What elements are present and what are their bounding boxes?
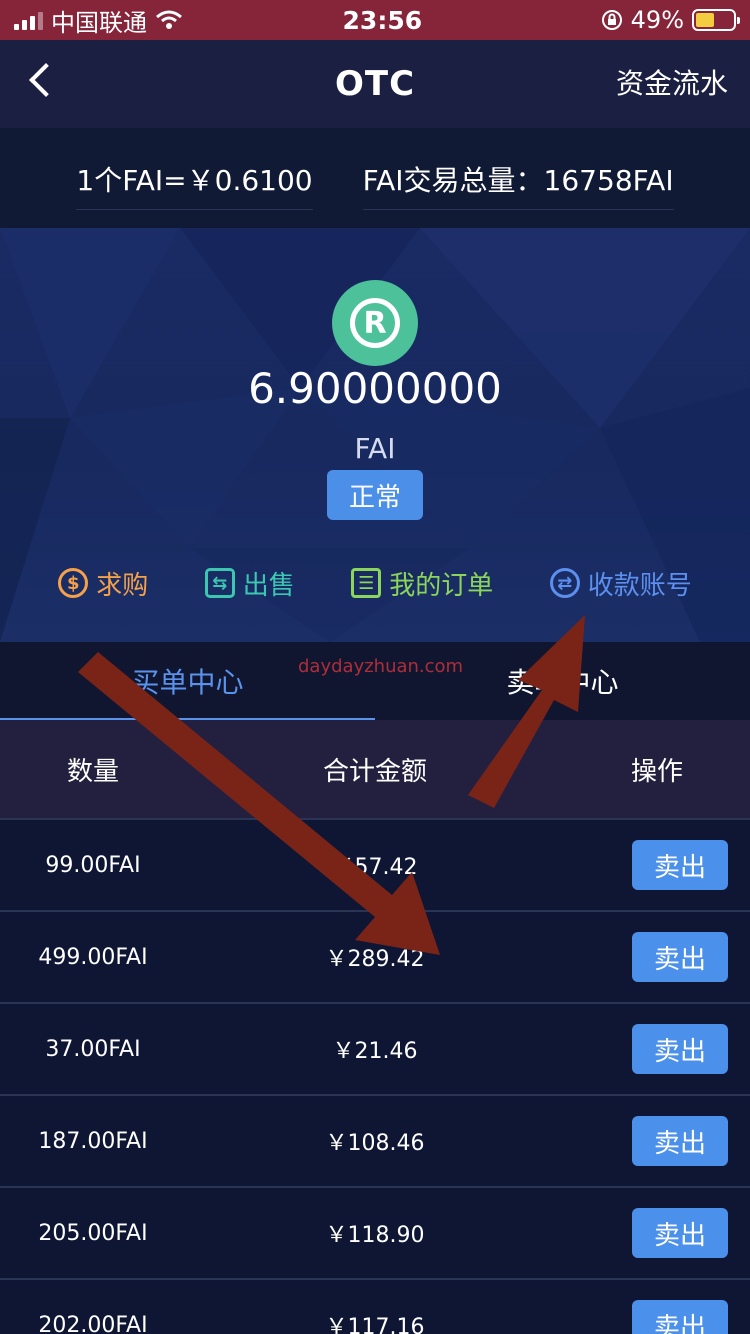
price-bar: 1个FAI=￥0.6100 FAI交易总量：16758FAI bbox=[0, 128, 750, 228]
action-label: 出售 bbox=[242, 570, 295, 601]
status-badge: 正常 bbox=[327, 470, 423, 520]
table-header: 数量 合计金额 操作 bbox=[0, 720, 750, 818]
row-qty: 205.00FAI bbox=[38, 1220, 148, 1246]
buy-request-button[interactable]: $ 求购 bbox=[58, 565, 148, 602]
action-bar: $ 求购 ⇆ 出售 ☰ 我的订单 ⇄ 收款账号 bbox=[0, 558, 750, 608]
row-qty: 37.00FAI bbox=[45, 1036, 141, 1062]
sell-out-button[interactable]: 卖出 bbox=[632, 1208, 728, 1258]
action-label: 我的订单 bbox=[389, 570, 494, 601]
tab-buy-orders[interactable]: 买单中心 bbox=[0, 642, 375, 720]
payment-account-button[interactable]: ⇄ 收款账号 bbox=[549, 565, 692, 602]
sell-out-button[interactable]: 卖出 bbox=[632, 1116, 728, 1166]
header-qty: 数量 bbox=[66, 756, 119, 787]
tab-sell-orders[interactable]: 卖单中心 bbox=[375, 642, 750, 720]
page-title: OTC bbox=[334, 64, 416, 104]
row-qty: 202.00FAI bbox=[38, 1312, 148, 1334]
row-total: ￥118.90 bbox=[325, 1223, 425, 1248]
list-icon: ☰ bbox=[351, 568, 382, 598]
balance-unit: FAI bbox=[354, 432, 396, 465]
row-qty: 187.00FAI bbox=[38, 1128, 148, 1154]
action-label: 求购 bbox=[96, 570, 149, 601]
status-bar: 中国联通 23:56 49% bbox=[0, 0, 750, 40]
watermark: daydayzhuan.com bbox=[298, 656, 464, 677]
header-total: 合计金额 bbox=[322, 756, 427, 787]
table-row: 37.00FAI ￥21.46 卖出 bbox=[0, 1002, 750, 1094]
row-total: ￥21.46 bbox=[332, 1039, 418, 1064]
row-total: ￥108.46 bbox=[325, 1131, 425, 1156]
coin-symbol: R bbox=[350, 298, 400, 348]
exchange-icon: ⇄ bbox=[549, 568, 580, 598]
balance-amount: 6.90000000 bbox=[248, 364, 502, 413]
my-orders-button[interactable]: ☰ 我的订单 bbox=[351, 565, 493, 602]
swap-icon: ⇆ bbox=[204, 568, 235, 598]
wifi-icon bbox=[156, 10, 182, 29]
sell-button[interactable]: ⇆ 出售 bbox=[204, 565, 295, 602]
nav-bar: OTC 资金流水 bbox=[0, 40, 750, 128]
coin-icon: R bbox=[332, 280, 418, 366]
sell-out-button[interactable]: 卖出 bbox=[632, 1024, 728, 1074]
back-icon[interactable] bbox=[29, 63, 63, 97]
battery-percent: 49% bbox=[630, 6, 684, 34]
action-label: 收款账号 bbox=[587, 570, 692, 601]
wallet-panel: R 6.90000000 FAI 正常 $ 求购 ⇆ 出售 ☰ 我的订单 ⇄ 收… bbox=[0, 228, 750, 642]
row-total: ￥57.42 bbox=[332, 855, 418, 880]
row-total: ￥117.16 bbox=[325, 1315, 425, 1334]
table-row: 205.00FAI ￥118.90 卖出 bbox=[0, 1186, 750, 1278]
exchange-rate: 1个FAI=￥0.6100 bbox=[76, 147, 313, 210]
order-tabs: 买单中心 卖单中心 bbox=[0, 642, 750, 720]
sell-out-button[interactable]: 卖出 bbox=[632, 932, 728, 982]
battery-icon bbox=[692, 9, 740, 31]
row-total: ￥289.42 bbox=[325, 947, 425, 972]
header-op: 操作 bbox=[630, 756, 683, 787]
row-qty: 499.00FAI bbox=[38, 944, 148, 970]
dollar-icon: $ bbox=[58, 568, 89, 598]
carrier-label: 中国联通 bbox=[51, 8, 147, 37]
table-row: 187.00FAI ￥108.46 卖出 bbox=[0, 1094, 750, 1186]
rotation-lock-icon bbox=[601, 10, 622, 30]
table-row: 99.00FAI ￥57.42 卖出 bbox=[0, 818, 750, 910]
sell-out-button[interactable]: 卖出 bbox=[632, 840, 728, 890]
fund-flow-link[interactable]: 资金流水 bbox=[616, 62, 728, 102]
status-time: 23:56 bbox=[342, 5, 423, 35]
signal-icon bbox=[14, 10, 43, 30]
table-row: 202.00FAI ￥117.16 卖出 bbox=[0, 1278, 750, 1334]
sell-out-button[interactable]: 卖出 bbox=[632, 1300, 728, 1334]
table-row: 499.00FAI ￥289.42 卖出 bbox=[0, 910, 750, 1002]
order-list: 99.00FAI ￥57.42 卖出 499.00FAI ￥289.42 卖出 … bbox=[0, 818, 750, 1334]
row-qty: 99.00FAI bbox=[45, 852, 141, 878]
trade-volume: FAI交易总量：16758FAI bbox=[362, 147, 674, 210]
